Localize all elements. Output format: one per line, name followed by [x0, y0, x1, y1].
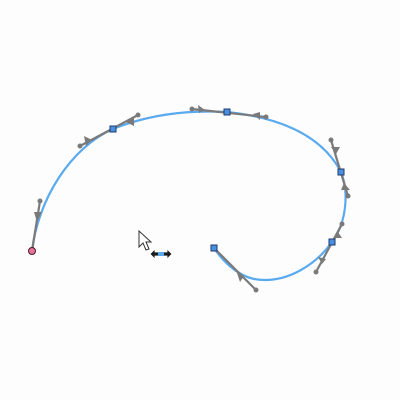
anchor-node[interactable] — [337, 168, 345, 176]
direction-arrow-icon — [236, 270, 244, 282]
anchor-node[interactable] — [328, 238, 336, 246]
control-point[interactable] — [37, 198, 43, 204]
direction-arrow-icon — [331, 147, 340, 154]
control-point[interactable] — [77, 143, 83, 149]
anchor-node[interactable] — [223, 108, 231, 116]
control-point[interactable] — [263, 114, 269, 120]
bezier-curve[interactable] — [30, 110, 347, 282]
start-node[interactable] — [28, 247, 36, 255]
control-point[interactable] — [135, 112, 141, 118]
handle-group-node-1[interactable] — [77, 112, 141, 149]
handle-group-end[interactable] — [213, 247, 259, 293]
handle-group-node-3[interactable] — [328, 137, 351, 199]
bezier-editor-canvas[interactable] — [0, 0, 400, 400]
anchor-node[interactable] — [210, 244, 218, 252]
anchor-node[interactable] — [109, 125, 117, 133]
horizontal-move-icon — [149, 248, 173, 260]
control-point[interactable] — [313, 269, 319, 275]
control-point[interactable] — [189, 106, 195, 112]
handle-group-node-4[interactable] — [313, 221, 345, 275]
control-point[interactable] — [339, 221, 345, 227]
control-point[interactable] — [345, 193, 351, 199]
control-point[interactable] — [253, 287, 259, 293]
arrow-pointer-icon — [138, 229, 153, 251]
handle-group-start[interactable] — [30, 198, 43, 252]
control-point[interactable] — [328, 137, 334, 143]
